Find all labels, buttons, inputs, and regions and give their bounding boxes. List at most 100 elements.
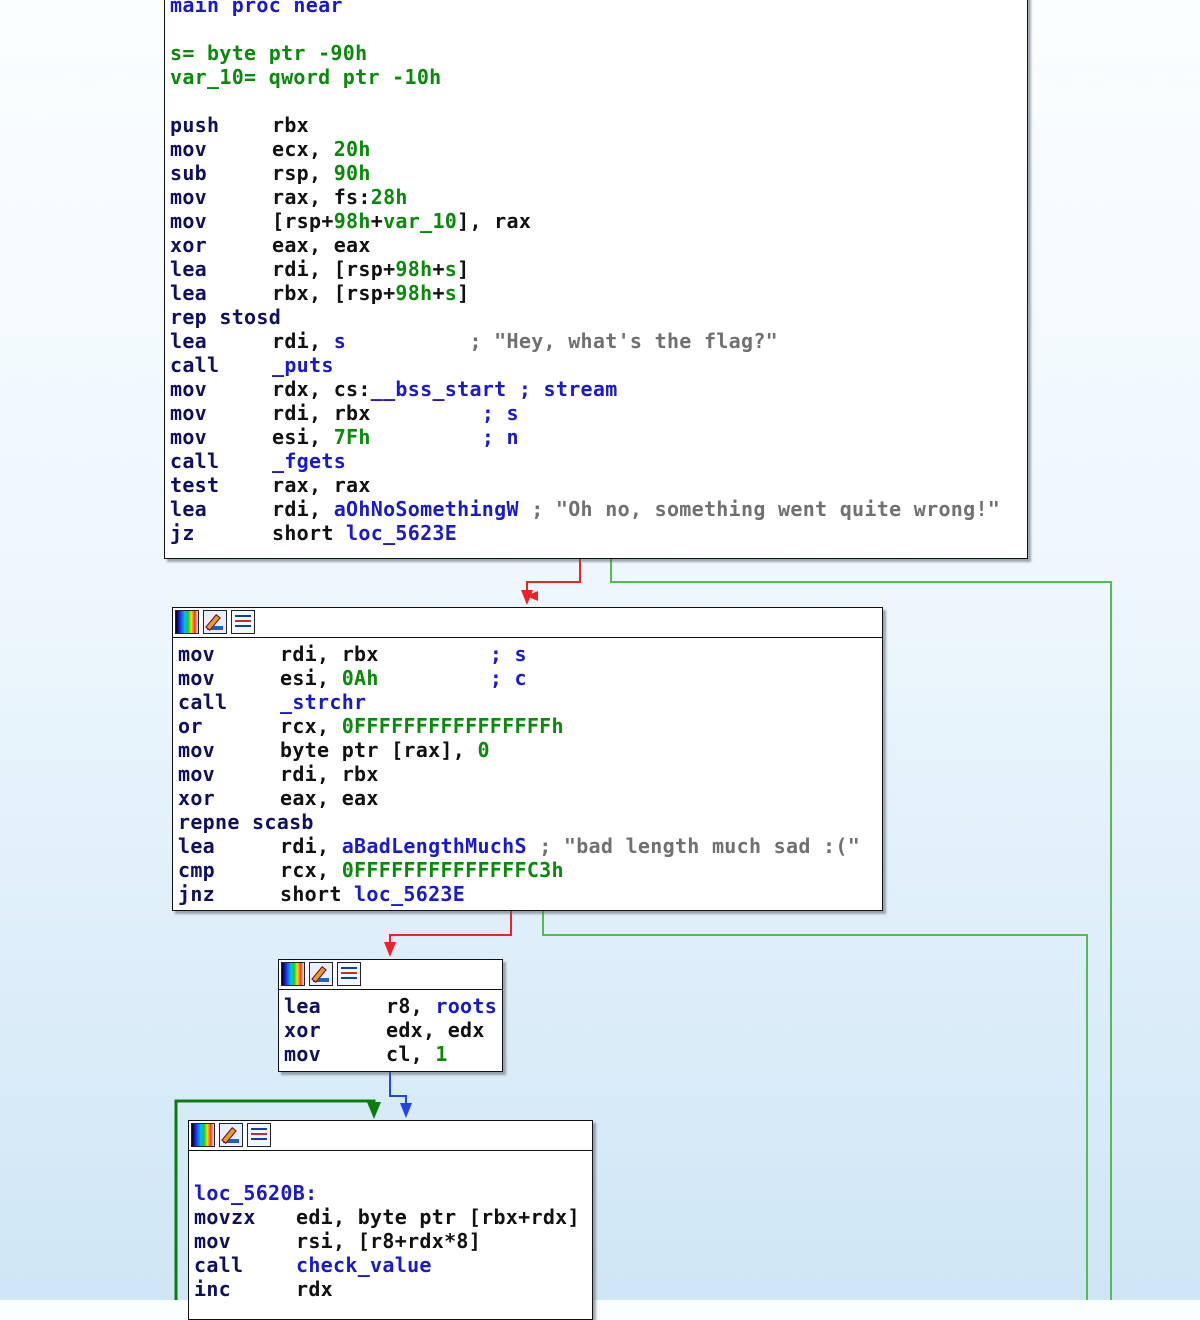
asm-operand[interactable]: loc_5623E <box>354 882 465 906</box>
asm-line[interactable]: mov esi, 7Fh ; n <box>170 425 1022 449</box>
graph-color-icon[interactable] <box>191 1123 215 1147</box>
asm-line[interactable]: mov rsi, [r8+rdx*8] <box>194 1229 587 1253</box>
asm-operand[interactable]: aBadLengthMuchS <box>342 834 527 858</box>
asm-line[interactable]: jnz short loc_5623E <box>178 882 877 906</box>
asm-operand: rdi, <box>280 834 342 858</box>
asm-label[interactable]: main proc near <box>170 0 343 17</box>
asm-operand[interactable]: roots <box>435 994 497 1018</box>
code-block-init-loop[interactable]: lea r8, roots xor edx, edx mov cl, 1 <box>278 959 503 1072</box>
asm-operand[interactable]: loc_5623E <box>346 521 457 545</box>
asm-line[interactable]: cmp rcx, 0FFFFFFFFFFFFFFC3h <box>178 858 877 882</box>
asm-line[interactable]: loc_5620B: <box>194 1181 587 1205</box>
asm-line[interactable]: sub rsp, 90h <box>170 161 1022 185</box>
asm-line[interactable]: mov rdi, rbx ; s <box>170 401 1022 425</box>
asm-line[interactable]: call _fgets <box>170 449 1022 473</box>
asm-operand[interactable]: __bss_start <box>371 377 507 401</box>
asm-mnemonic: or <box>178 714 203 738</box>
code-block-main[interactable]: main proc near s= byte ptr -90h var_10= qw… <box>164 0 1028 559</box>
asm-operand[interactable]: _strchr <box>280 690 366 714</box>
asm-line[interactable]: call _strchr <box>178 690 877 714</box>
asm-comment: ; s <box>489 642 527 666</box>
asm-line[interactable]: mov ecx, 20h <box>170 137 1022 161</box>
asm-mnemonic: repne scasb <box>178 810 314 834</box>
asm-line[interactable]: lea r8, roots <box>284 994 497 1018</box>
asm-mnemonic: mov <box>170 377 208 401</box>
asm-line[interactable]: movzx edi, byte ptr [rbx+rdx] <box>194 1205 587 1229</box>
asm-mnemonic: lea <box>170 329 208 353</box>
graph-color-icon[interactable] <box>175 610 199 634</box>
edit-icon[interactable] <box>203 610 227 634</box>
asm-operand: ecx, <box>272 137 334 161</box>
asm-line[interactable]: call check_value <box>194 1253 587 1277</box>
asm-line[interactable]: mov rdi, rbx ; s <box>178 642 877 666</box>
asm-line[interactable]: lea rdi, [rsp+98h+s] <box>170 257 1022 281</box>
asm-mnemonic: mov <box>194 1229 232 1253</box>
asm-operand: [rsp+ <box>272 209 334 233</box>
asm-operand <box>379 666 490 690</box>
asm-line[interactable]: lea rbx, [rsp+98h+s] <box>170 281 1022 305</box>
asm-line[interactable]: lea rdi, aOhNoSomethingW ; "Oh no, someth… <box>170 497 1022 521</box>
asm-mnemonic: mov <box>170 185 208 209</box>
asm-operand: 20h <box>333 137 371 161</box>
asm-operand: rax, rax <box>272 473 371 497</box>
asm-line[interactable]: test rax, rax <box>170 473 1022 497</box>
block-titlebar <box>189 1121 592 1151</box>
asm-operand[interactable]: _puts <box>272 353 334 377</box>
asm-line[interactable]: jz short loc_5623E <box>170 521 1022 545</box>
asm-line[interactable]: s= byte ptr -90h <box>170 41 1022 65</box>
asm-operand[interactable]: aOhNoSomethingW <box>334 497 519 521</box>
asm-comment: ; stream <box>518 377 618 401</box>
asm-line[interactable]: xor eax, eax <box>178 786 877 810</box>
list-icon[interactable] <box>231 610 255 634</box>
asm-line[interactable]: mov byte ptr [rax], 0 <box>178 738 877 762</box>
asm-operand[interactable]: s <box>334 329 346 353</box>
asm-line[interactable]: lea rdi, aBadLengthMuchS ; "bad length mu… <box>178 834 877 858</box>
asm-operand[interactable]: s <box>445 257 457 281</box>
asm-line[interactable]: call _puts <box>170 353 1022 377</box>
asm-line[interactable]: main proc near <box>170 0 1022 17</box>
asm-line[interactable]: push rbx <box>170 113 1022 137</box>
asm-line[interactable]: repne scasb <box>178 810 877 834</box>
asm-line[interactable]: var_10= qword ptr -10h <box>170 65 1022 89</box>
asm-line[interactable]: mov cl, 1 <box>284 1042 497 1066</box>
asm-operand: 98h <box>395 257 433 281</box>
asm-operand[interactable]: _fgets <box>272 449 346 473</box>
asm-line[interactable]: rep stosd <box>170 305 1022 329</box>
asm-operand: ] <box>457 257 470 281</box>
asm-operand[interactable]: check_value <box>296 1253 432 1277</box>
asm-operand: + <box>432 281 445 305</box>
graph-color-icon[interactable] <box>281 962 305 986</box>
asm-line[interactable]: xor edx, edx <box>284 1018 497 1042</box>
asm-mnemonic: rep stosd <box>170 305 282 329</box>
asm-operand: 0FFFFFFFFFFFFFFC3h <box>341 858 564 882</box>
asm-line[interactable]: inc rdx <box>194 1277 587 1301</box>
asm-operand[interactable]: var_10 <box>383 209 457 233</box>
code-block-length-check[interactable]: mov rdi, rbx ; s mov esi, 0Ah ; c call _strch… <box>172 607 883 911</box>
asm-operand: 0FFFFFFFFFFFFFFFFh <box>341 714 564 738</box>
asm-line[interactable]: mov rdi, rbx <box>178 762 877 786</box>
asm-mnemonic: push <box>170 113 220 137</box>
asm-line[interactable]: lea rdi, s ; "Hey, what's the flag?" <box>170 329 1022 353</box>
list-icon[interactable] <box>247 1123 271 1147</box>
asm-operand: rbx, [rsp+ <box>272 281 396 305</box>
asm-operand: rsi, [r8+rdx*8] <box>296 1229 482 1253</box>
asm-operand: rdi, <box>272 329 334 353</box>
list-icon[interactable] <box>337 962 361 986</box>
asm-operand: 90h <box>333 161 371 185</box>
asm-label[interactable]: s= byte ptr -90h <box>170 41 367 65</box>
asm-line[interactable]: mov rax, fs:28h <box>170 185 1022 209</box>
asm-line[interactable]: mov [rsp+98h+var_10], rax <box>170 209 1022 233</box>
asm-line[interactable]: mov rdx, cs:__bss_start ; stream <box>170 377 1022 401</box>
asm-line[interactable]: mov esi, 0Ah ; c <box>178 666 877 690</box>
asm-mnemonic: call <box>170 353 220 377</box>
edit-icon[interactable] <box>219 1123 243 1147</box>
asm-operand: 0 <box>477 738 490 762</box>
asm-line[interactable]: or rcx, 0FFFFFFFFFFFFFFFFh <box>178 714 877 738</box>
asm-label[interactable]: loc_5620B: <box>194 1181 317 1205</box>
asm-operand <box>346 329 469 353</box>
asm-operand[interactable]: s <box>445 281 457 305</box>
code-block-loop[interactable]: loc_5620B: movzx edi, byte ptr [rbx+rdx] mo… <box>188 1120 593 1320</box>
asm-line[interactable]: xor eax, eax <box>170 233 1022 257</box>
edit-icon[interactable] <box>309 962 333 986</box>
asm-label[interactable]: var_10= qword ptr -10h <box>170 65 442 89</box>
